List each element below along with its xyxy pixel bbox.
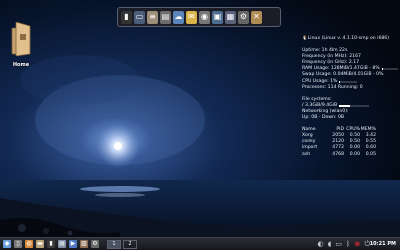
taskbar: ◆ ▯ ◍ ▬ ▮ ▤ ▶ ▨ ⚙ 1 2 ◐ ◖ ▭ ᛒ ♚ ⏻ 10:21 PM: [0, 237, 400, 250]
folder-icon[interactable]: ▬: [36, 240, 44, 248]
tools-icon[interactable]: ✕: [251, 10, 262, 24]
bluetooth-icon[interactable]: ᛒ: [346, 240, 350, 248]
slackware-icon[interactable]: ♚: [354, 240, 360, 248]
text-editor-icon[interactable]: ≡: [147, 10, 158, 24]
home-folder-icon: [11, 21, 31, 57]
top-dock: ▮ ▭ ≡ ▤ ☁ ✉ ◉ ▣ ▦ ⚙ ✕: [117, 7, 281, 27]
home-desktop-icon[interactable]: Home: [6, 21, 36, 68]
battery-icon[interactable]: ▭: [335, 240, 342, 248]
terminal-icon[interactable]: ▮: [47, 240, 55, 248]
home-label: Home: [12, 62, 30, 68]
process-row: ash 4768 0.00 0.05: [302, 151, 376, 157]
settings-icon[interactable]: ⚙: [238, 10, 249, 24]
workspace-1[interactable]: 1: [107, 239, 121, 249]
clock[interactable]: 10:21 PM: [370, 241, 396, 247]
cpu-bar-fill: [339, 80, 341, 83]
fs-bar-fill: [339, 104, 350, 107]
email-icon[interactable]: ✉: [186, 10, 197, 24]
media-player-icon[interactable]: ◉: [199, 10, 210, 24]
image-icon[interactable]: ▨: [80, 240, 88, 248]
network-icon[interactable]: ▣: [212, 10, 223, 24]
workspace-pager: 1 2: [107, 239, 139, 249]
screenshot-icon[interactable]: ▦: [225, 10, 236, 24]
monitor-icon[interactable]: ▭: [134, 10, 145, 24]
volume-icon[interactable]: ◖: [328, 240, 332, 248]
trash-icon[interactable]: ▯: [14, 240, 22, 248]
fs-bar: [339, 104, 370, 107]
cloud-icon[interactable]: ☁: [173, 10, 184, 24]
system-tray: ◐ ◖ ▭ ᛒ ♚ ⏻: [318, 240, 370, 248]
cpu-bar: [339, 80, 358, 83]
workspace-2[interactable]: 2: [123, 239, 137, 249]
files-icon[interactable]: ▤: [160, 10, 171, 24]
launcher-group: ◆ ▯ ◍ ▬ ▮ ▤ ▶ ▨ ⚙: [0, 240, 99, 248]
editor-icon[interactable]: ▤: [58, 240, 66, 248]
ram-bar: [381, 68, 398, 71]
network-tray-icon[interactable]: ◐: [318, 240, 324, 248]
menu-icon[interactable]: ◆: [3, 240, 11, 248]
settings-icon[interactable]: ⚙: [91, 240, 99, 248]
monitor-header: 🐧 Linux (Linux v. 4.1.10-smp on i686): [302, 36, 390, 41]
player-icon[interactable]: ▶: [69, 240, 77, 248]
ram-bar-fill: [381, 68, 383, 71]
browser-icon[interactable]: ◍: [25, 240, 33, 248]
system-monitor: 🐧 Linux (Linux v. 4.1.10-smp on i686) Up…: [302, 36, 398, 158]
terminal-icon[interactable]: ▮: [121, 10, 132, 24]
